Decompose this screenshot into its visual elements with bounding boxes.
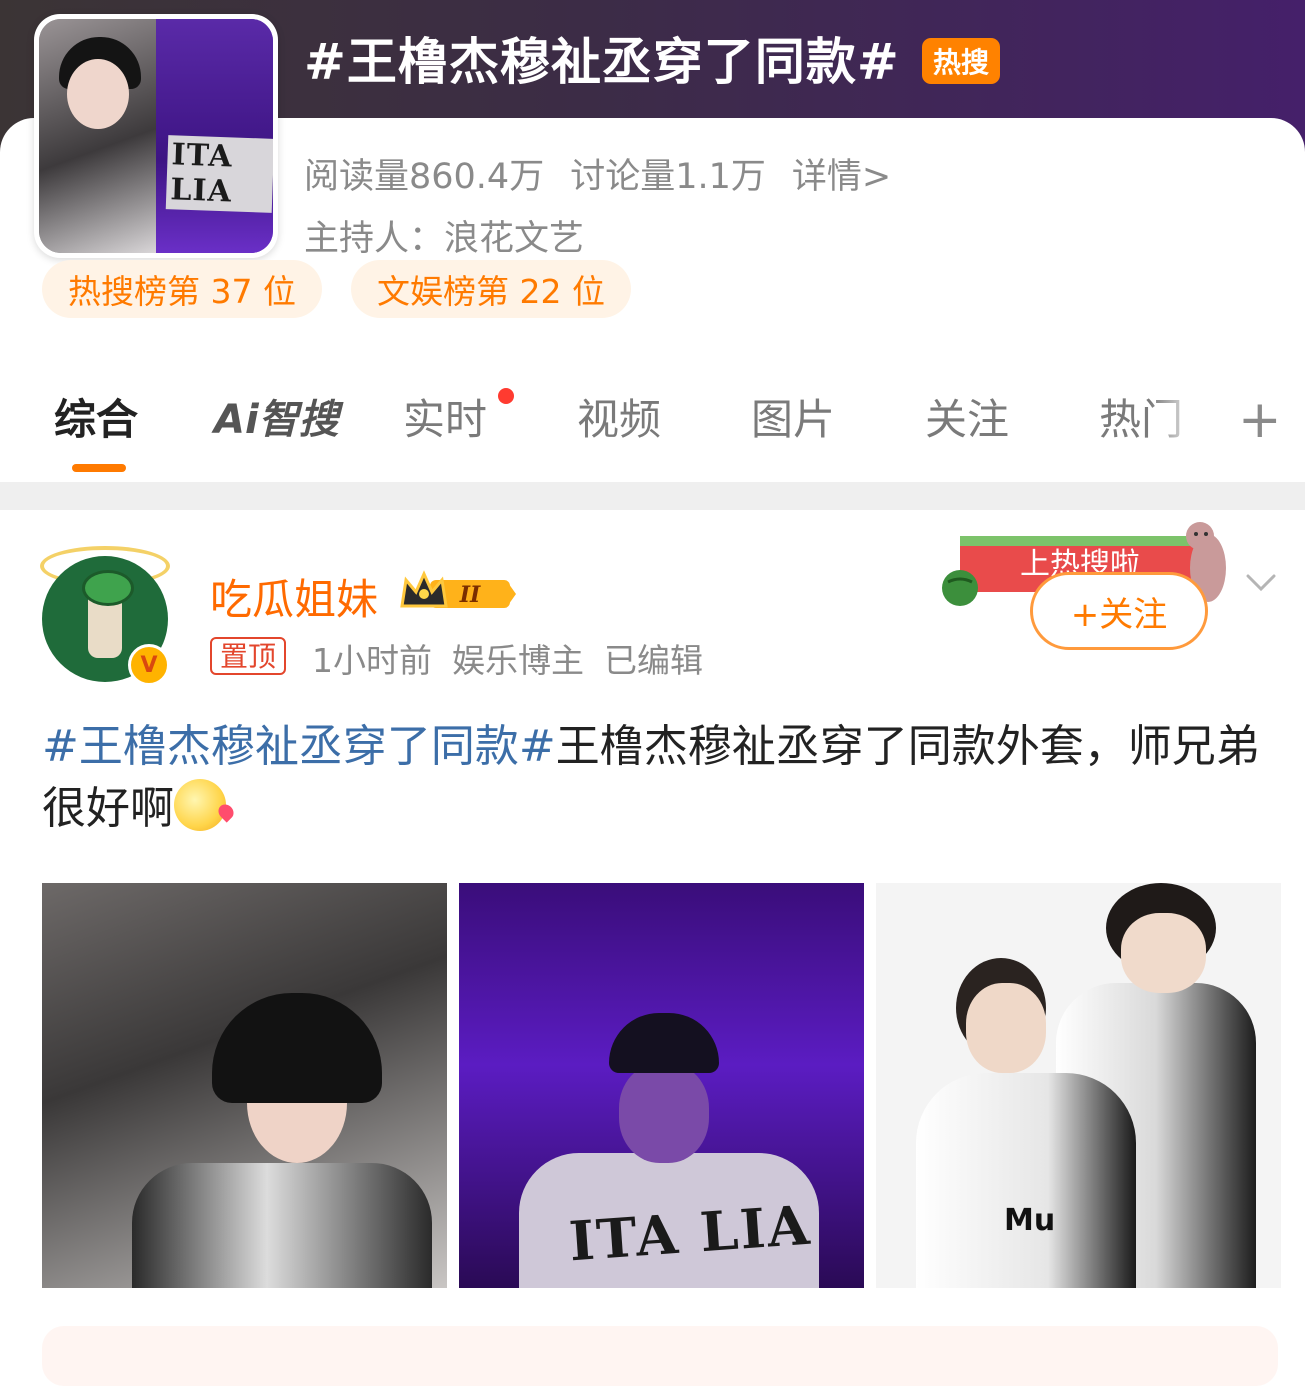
verified-v-icon: V — [128, 644, 170, 686]
cover-jacket-text: ITA LIA — [165, 135, 273, 213]
tab-comprehensive[interactable]: 综合 — [54, 388, 138, 452]
hot-search-badge: 热搜 — [922, 38, 1000, 84]
read-count: 阅读量860.4万 — [304, 157, 545, 197]
level-badge-text: II — [459, 582, 481, 608]
plus-icon[interactable]: + — [1238, 390, 1282, 450]
post-content: #王橹杰穆祉丞穿了同款#王橹杰穆祉丞穿了同款外套，师兄弟很好啊 — [42, 716, 1262, 840]
image-3-shirt-text: Mu — [1004, 1203, 1056, 1238]
tab-realtime[interactable]: 实时 — [403, 388, 487, 452]
post-author-role: 娱乐博主 — [452, 641, 584, 680]
topic-cover-image[interactable]: ITA LIA — [34, 14, 278, 258]
topic-stats: 阅读量860.4万 讨论量1.1万 详情> — [304, 148, 917, 199]
pinned-badge: 置顶 — [210, 637, 287, 675]
new-content-dot — [498, 388, 514, 404]
entertainment-rank-pill[interactable]: 文娱榜第 22 位 — [351, 260, 631, 318]
search-tabs: 综合 Ai智搜 实时 视频 图片 关注 热门 + — [0, 388, 1305, 480]
tab-ai-search[interactable]: Ai智搜 — [214, 388, 339, 452]
post-edited-label: 已编辑 — [604, 641, 703, 680]
tab-images[interactable]: 图片 — [751, 388, 835, 452]
hot-search-rank-pill[interactable]: 热搜榜第 37 位 — [42, 260, 322, 318]
post-topic-link[interactable]: #王橹杰穆祉丞穿了同款# — [42, 721, 556, 772]
post-image-3[interactable]: Mu — [876, 883, 1281, 1288]
ai-logo-text: Ai — [214, 397, 259, 443]
emoji-blush-icon — [174, 779, 226, 831]
crown-icon[interactable]: II — [400, 570, 516, 614]
topic-host[interactable]: 主持人：浪花文艺 — [304, 210, 584, 261]
post-username[interactable]: 吃瓜姐妹 — [210, 566, 378, 627]
tabs-fade-overlay — [1150, 388, 1210, 458]
next-card-preview[interactable] — [42, 1326, 1278, 1386]
tab-video[interactable]: 视频 — [577, 388, 661, 452]
active-tab-indicator — [72, 464, 126, 472]
details-link[interactable]: 详情> — [792, 157, 891, 197]
post-image-2[interactable]: ITA LIA — [459, 883, 864, 1288]
post-meta: 1小时前 娱乐博主 已编辑 — [312, 634, 723, 682]
topic-title: #王橹杰穆祉丞穿了同款# — [304, 33, 900, 91]
discussion-count: 讨论量1.1万 — [570, 157, 766, 197]
section-divider — [0, 482, 1305, 510]
tab-following[interactable]: 关注 — [925, 388, 1009, 452]
post-time: 1小时前 — [312, 641, 432, 680]
follow-button[interactable]: +关注 — [1030, 572, 1208, 650]
chevron-down-icon[interactable] — [1244, 566, 1278, 600]
tab-ai-search-label: 智搜 — [258, 397, 339, 443]
post-image-1[interactable] — [42, 883, 447, 1288]
